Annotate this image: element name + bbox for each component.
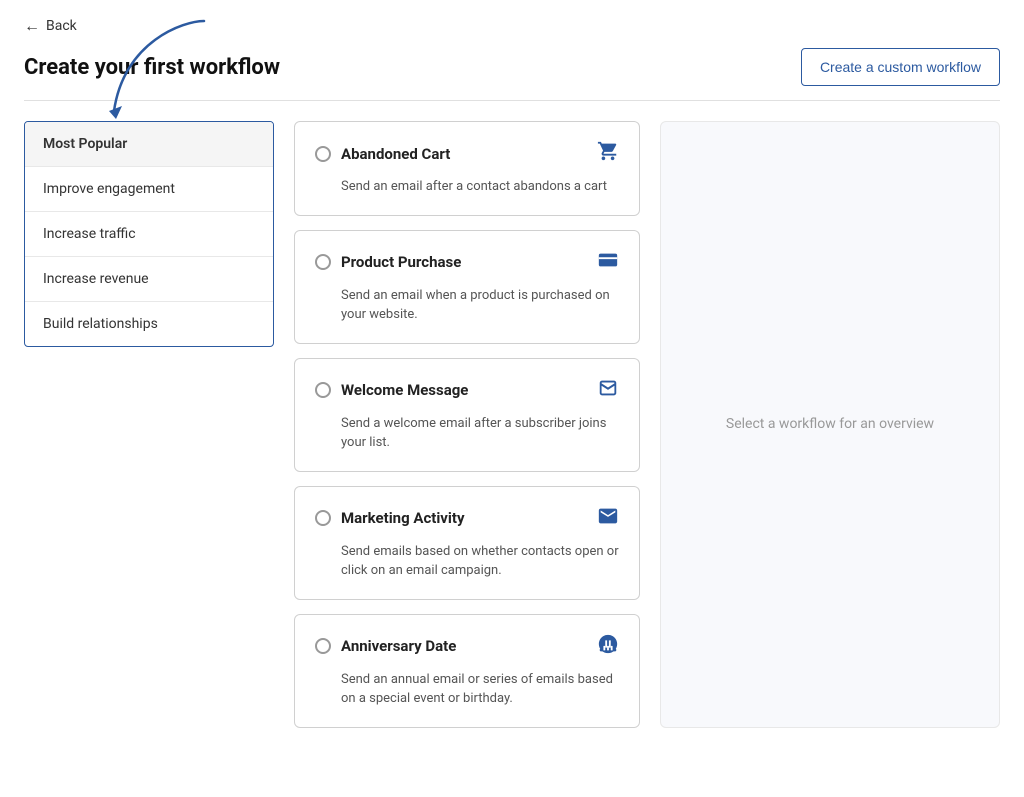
- workflow-title-product-purchase: Product Purchase: [341, 253, 461, 271]
- workflow-list: Abandoned Cart Send an email after a con…: [294, 121, 640, 728]
- workflow-card-welcome-message[interactable]: Welcome Message Send a welcome email aft…: [294, 358, 640, 472]
- back-arrow-icon: ←: [24, 16, 40, 36]
- workflow-title-row: Abandoned Cart: [315, 145, 450, 163]
- workflow-desc-product-purchase: Send an email when a product is purchase…: [341, 286, 619, 325]
- workflow-title-row: Anniversary Date: [315, 637, 456, 655]
- workflow-card-header: Marketing Activity: [315, 505, 619, 532]
- workflow-title-marketing-activity: Marketing Activity: [341, 509, 465, 527]
- workflow-radio-welcome-message[interactable]: [315, 382, 331, 398]
- workflow-title-abandoned-cart: Abandoned Cart: [341, 145, 450, 163]
- workflow-card-marketing-activity[interactable]: Marketing Activity Send emails based on …: [294, 486, 640, 600]
- workflow-title-row: Marketing Activity: [315, 509, 465, 527]
- workflow-card-header: Abandoned Cart: [315, 140, 619, 167]
- sidebar-item-improve-engagement[interactable]: Improve engagement: [25, 167, 273, 212]
- workflow-desc-marketing-activity: Send emails based on whether contacts op…: [341, 542, 619, 581]
- workflow-desc-anniversary-date: Send an annual email or series of emails…: [341, 670, 619, 709]
- workflow-title-row: Welcome Message: [315, 381, 468, 399]
- workflow-radio-anniversary-date[interactable]: [315, 638, 331, 654]
- workflow-icon-marketing-activity: [597, 505, 619, 532]
- workflow-desc-abandoned-cart: Send an email after a contact abandons a…: [341, 177, 619, 197]
- workflow-card-header: Welcome Message: [315, 377, 619, 404]
- workflow-card-abandoned-cart[interactable]: Abandoned Cart Send an email after a con…: [294, 121, 640, 216]
- workflow-icon-product-purchase: [597, 249, 619, 276]
- workflow-title-welcome-message: Welcome Message: [341, 381, 468, 399]
- workflow-card-anniversary-date[interactable]: Anniversary Date Send an annual email or…: [294, 614, 640, 728]
- page-title: Create your first workflow: [24, 55, 280, 80]
- main-content: Most Popular Improve engagement Increase…: [24, 121, 1000, 728]
- create-custom-workflow-button[interactable]: Create a custom workflow: [801, 48, 1000, 86]
- sidebar-item-build-relationships[interactable]: Build relationships: [25, 302, 273, 346]
- workflow-icon-welcome-message: [597, 377, 619, 404]
- workflow-card-product-purchase[interactable]: Product Purchase Send an email when a pr…: [294, 230, 640, 344]
- workflow-title-anniversary-date: Anniversary Date: [341, 637, 456, 655]
- workflow-desc-welcome-message: Send a welcome email after a subscriber …: [341, 414, 619, 453]
- workflow-card-header: Anniversary Date: [315, 633, 619, 660]
- workflow-icon-abandoned-cart: [597, 140, 619, 167]
- back-link[interactable]: ← Back: [24, 16, 77, 36]
- workflow-preview-area: Select a workflow for an overview: [660, 121, 1000, 728]
- back-label: Back: [46, 18, 77, 34]
- workflow-icon-anniversary-date: [597, 633, 619, 660]
- workflow-radio-abandoned-cart[interactable]: [315, 146, 331, 162]
- workflow-card-header: Product Purchase: [315, 249, 619, 276]
- page-header: Create your first workflow Create a cust…: [24, 48, 1000, 101]
- sidebar-item-most-popular[interactable]: Most Popular: [25, 122, 273, 167]
- workflow-title-row: Product Purchase: [315, 253, 461, 271]
- sidebar-item-increase-traffic[interactable]: Increase traffic: [25, 212, 273, 257]
- category-sidebar: Most Popular Improve engagement Increase…: [24, 121, 274, 347]
- workflow-radio-marketing-activity[interactable]: [315, 510, 331, 526]
- sidebar-item-increase-revenue[interactable]: Increase revenue: [25, 257, 273, 302]
- preview-placeholder: Select a workflow for an overview: [726, 416, 934, 432]
- workflow-radio-product-purchase[interactable]: [315, 254, 331, 270]
